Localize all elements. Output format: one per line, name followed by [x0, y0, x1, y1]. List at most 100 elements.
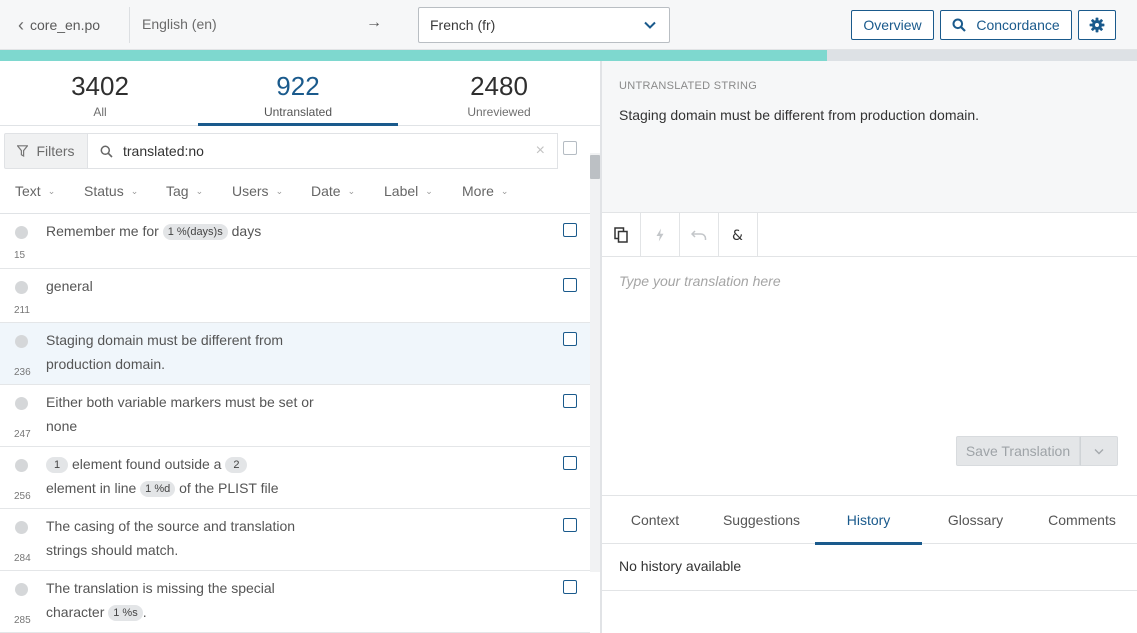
- file-back-link[interactable]: ‹ core_en.po: [18, 16, 100, 34]
- facet-label: Tag: [166, 183, 189, 199]
- status-dot-icon: [15, 226, 28, 239]
- caret-down-icon: ⌄: [195, 185, 204, 196]
- string-text: Either both variable markers must be set…: [46, 394, 314, 434]
- machine-translation-button[interactable]: [641, 213, 680, 256]
- string-row-selected[interactable]: Staging domain must be different from pr…: [0, 323, 590, 385]
- special-characters-button[interactable]: &: [719, 213, 758, 256]
- translation-progress-bar: [0, 50, 1137, 61]
- list-scrollbar-thumb[interactable]: [590, 155, 600, 179]
- string-row[interactable]: The translation is missing the special c…: [0, 571, 590, 633]
- divider: [602, 590, 1137, 591]
- string-row[interactable]: general 211: [0, 269, 590, 323]
- row-checkbox[interactable]: [563, 394, 577, 408]
- facet-date[interactable]: Date ⌄: [311, 183, 355, 199]
- search-icon: [952, 18, 967, 32]
- top-bar: ‹ core_en.po English (en) → French (fr) …: [0, 0, 1137, 50]
- caret-down-icon: ⌄: [47, 185, 56, 196]
- undo-button[interactable]: [680, 213, 719, 256]
- tab-history[interactable]: History: [815, 496, 922, 545]
- translation-editor[interactable]: [619, 273, 1119, 423]
- tab-suggestions[interactable]: Suggestions: [708, 496, 815, 544]
- list-scrollbar-track[interactable]: [590, 153, 600, 572]
- stat-untranslated[interactable]: 922 Untranslated: [198, 61, 398, 126]
- tab-comments[interactable]: Comments: [1029, 496, 1135, 544]
- target-language-select[interactable]: French (fr): [418, 7, 670, 43]
- target-language-value: French (fr): [430, 17, 496, 33]
- placeholder-token: 2: [225, 457, 248, 473]
- source-caption: UNTRANSLATED STRING: [619, 80, 758, 92]
- facet-text[interactable]: Text ⌄: [15, 183, 55, 199]
- chevron-left-icon: ‹: [18, 15, 24, 35]
- concordance-label: Concordance: [976, 17, 1060, 33]
- search-input[interactable]: [123, 143, 523, 159]
- caret-down-icon: ⌄: [425, 185, 433, 196]
- undo-icon: [691, 229, 707, 240]
- ampersand-icon: &: [732, 228, 743, 243]
- row-checkbox[interactable]: [563, 278, 577, 292]
- stat-count: 2480: [470, 71, 528, 101]
- row-checkbox[interactable]: [563, 518, 577, 532]
- filters-button[interactable]: Filters: [4, 133, 88, 169]
- status-dot-icon: [15, 281, 28, 294]
- facet-users[interactable]: Users ⌄: [232, 183, 283, 199]
- stat-unreviewed[interactable]: 2480 Unreviewed: [399, 61, 599, 125]
- tab-glossary[interactable]: Glossary: [922, 496, 1029, 544]
- facet-tag[interactable]: Tag ⌄: [166, 183, 203, 199]
- divider: [129, 7, 130, 43]
- facet-label-filter[interactable]: Label ⌄: [384, 183, 433, 199]
- facet-label: Text: [15, 183, 41, 199]
- stat-count: 3402: [71, 71, 129, 101]
- stat-label: Untranslated: [263, 105, 333, 119]
- caret-down-icon: ⌄: [347, 185, 356, 196]
- source-string-area: UNTRANSLATED STRING Staging domain must …: [602, 61, 1137, 213]
- overview-button[interactable]: Overview: [851, 10, 934, 40]
- caret-down-icon: ⌄: [275, 185, 284, 196]
- row-checkbox[interactable]: [563, 223, 577, 237]
- search-icon: [100, 145, 113, 158]
- editor-toolbar: &: [602, 213, 1137, 257]
- save-translation-group: Save Translation: [956, 436, 1118, 466]
- filters-label: Filters: [36, 143, 75, 159]
- facet-label: Users: [232, 183, 269, 199]
- save-options-dropdown[interactable]: [1080, 436, 1118, 466]
- row-checkbox[interactable]: [563, 580, 577, 594]
- row-checkbox[interactable]: [563, 332, 577, 346]
- string-list-panel: 3402 All 922 Untranslated 2480 Unreviewe…: [0, 61, 600, 633]
- search-box: ×: [87, 133, 558, 169]
- concordance-button[interactable]: Concordance: [940, 10, 1072, 40]
- string-text-part: element found outside a: [68, 456, 226, 472]
- history-empty-message: No history available: [619, 558, 742, 574]
- string-row[interactable]: The casing of the source and translation…: [0, 509, 590, 571]
- string-id: 236: [14, 367, 31, 378]
- settings-button[interactable]: [1078, 10, 1116, 40]
- placeholder-token: 1 %s: [108, 605, 143, 621]
- string-row[interactable]: Remember me for 1 %(days)s days 15: [0, 214, 590, 269]
- copy-source-button[interactable]: [602, 213, 641, 256]
- select-all-checkbox[interactable]: [563, 141, 577, 155]
- status-dot-icon: [15, 583, 28, 596]
- string-row[interactable]: Either both variable markers must be set…: [0, 385, 590, 447]
- lightning-icon: [656, 228, 664, 241]
- string-text: The translation is missing the special c…: [46, 576, 316, 624]
- string-text: 1 element found outside a 2 element in l…: [46, 452, 296, 500]
- facet-more[interactable]: More ⌄: [462, 183, 508, 199]
- editor-tabs: Context Suggestions History Glossary Com…: [602, 495, 1137, 545]
- clear-search-icon[interactable]: ×: [536, 142, 545, 160]
- status-dot-icon: [15, 335, 28, 348]
- row-checkbox[interactable]: [563, 456, 577, 470]
- string-text: Remember me for 1 %(days)s days: [46, 219, 316, 243]
- stats-bar: 3402 All 922 Untranslated 2480 Unreviewe…: [0, 61, 600, 126]
- string-id: 211: [14, 305, 30, 316]
- save-translation-button[interactable]: Save Translation: [956, 436, 1080, 466]
- facet-status[interactable]: Status ⌄: [84, 183, 138, 199]
- string-id: 15: [14, 250, 26, 261]
- stat-label: All: [93, 105, 107, 119]
- string-row[interactable]: 1 element found outside a 2 element in l…: [0, 447, 590, 509]
- stat-all[interactable]: 3402 All: [0, 61, 200, 125]
- facet-label: More: [462, 183, 494, 199]
- string-text-part: of the PLIST file: [175, 480, 279, 496]
- string-text: The casing of the source and translation…: [46, 518, 296, 558]
- string-id: 247: [14, 429, 31, 440]
- file-name: core_en.po: [30, 17, 101, 33]
- tab-context[interactable]: Context: [602, 496, 708, 544]
